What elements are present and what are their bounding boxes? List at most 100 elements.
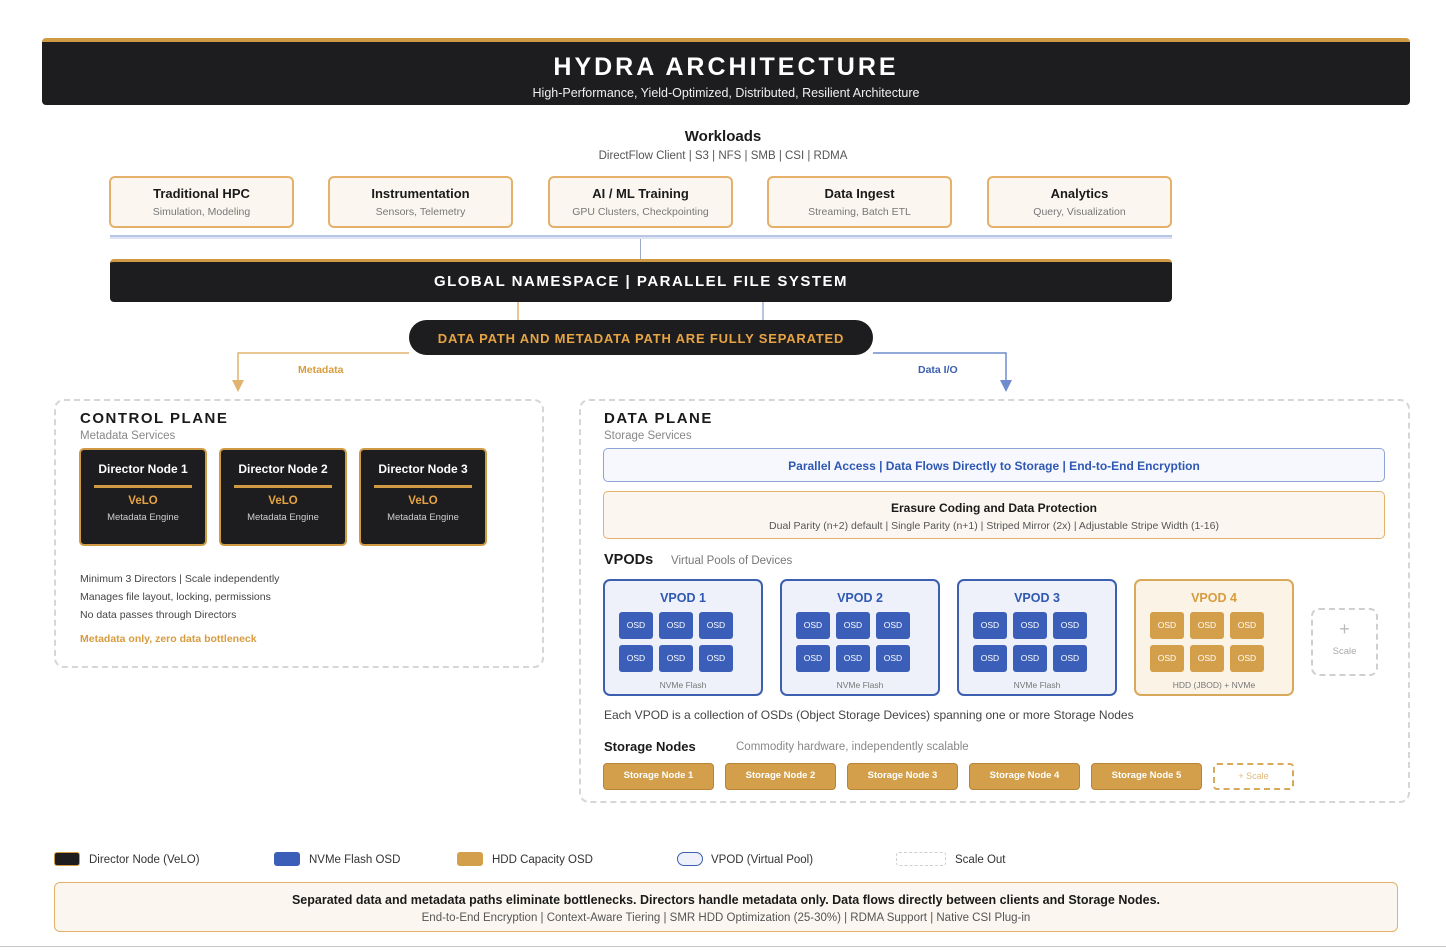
workload-card-instrumentation: Instrumentation Sensors, Telemetry	[328, 176, 513, 228]
director-name: Director Node 2	[238, 462, 328, 476]
workload-name: Analytics	[1050, 186, 1109, 201]
director-name: Director Node 3	[378, 462, 468, 476]
osd-flash: OSD	[699, 612, 733, 639]
vpods-heading: VPODs	[604, 552, 654, 568]
director-engine: VeLO	[128, 495, 158, 507]
vpod-1: VPOD 1 OSD OSD OSD OSD OSD OSD NVMe Flas…	[603, 579, 763, 696]
vpods-subheading: Virtual Pools of Devices	[671, 555, 793, 567]
director-engine: VeLO	[408, 495, 438, 507]
osd-flash: OSD	[876, 612, 910, 639]
workload-desc: Query, Visualization	[1033, 206, 1126, 218]
scale-label: Scale	[1332, 646, 1357, 657]
storage-nodes-subheading: Commodity hardware, independently scalab…	[736, 741, 969, 753]
osd-flash: OSD	[836, 612, 870, 639]
workloads-title: Workloads	[684, 128, 762, 145]
summary-footer: Separated data and metadata paths elimin…	[54, 882, 1398, 932]
footer-summary: Separated data and metadata paths elimin…	[291, 893, 1161, 907]
workload-name: Data Ingest	[824, 186, 895, 201]
data-plane-title: DATA PLANE	[604, 410, 713, 427]
storage-node-3: Storage Node 3	[847, 763, 958, 790]
vpod-media: HDD (JBOD) + NVMe	[1172, 680, 1256, 690]
osd-flash: OSD	[973, 612, 1007, 639]
director-engine: VeLO	[268, 495, 298, 507]
vpod-name: VPOD 4	[1191, 591, 1237, 605]
footer-features: End-to-End Encryption | Context-Aware Ti…	[421, 912, 1031, 924]
storage-node-2: Storage Node 2	[725, 763, 836, 790]
erasure-coding-box: Erasure Coding and Data Protection Dual …	[603, 491, 1385, 539]
legend-label-director: Director Node (VeLO)	[89, 854, 200, 866]
data-path-label: Data I/O	[918, 364, 958, 376]
director-node-1: Director Node 1 VeLO Metadata Engine	[79, 448, 207, 546]
erasure-coding-title: Erasure Coding and Data Protection	[890, 501, 1098, 515]
parallel-access-banner: Parallel Access | Data Flows Directly to…	[603, 448, 1385, 482]
plus-icon: +	[1339, 619, 1350, 639]
legend-swatch-vpod	[677, 852, 703, 866]
erasure-coding-details: Dual Parity (n+2) default | Single Parit…	[769, 520, 1219, 532]
director-node-3: Director Node 3 VeLO Metadata Engine	[359, 448, 487, 546]
page-subtitle: High-Performance, Yield-Optimized, Distr…	[532, 86, 920, 100]
workload-card-data-ingest: Data Ingest Streaming, Batch ETL	[767, 176, 952, 228]
page-title: HYDRA ARCHITECTURE	[553, 53, 899, 81]
workload-desc: Simulation, Modeling	[152, 206, 251, 218]
vpod-name: VPOD 1	[660, 591, 706, 605]
title-banner: HYDRA ARCHITECTURE High-Performance, Yie…	[42, 38, 1410, 105]
director-name: Director Node 1	[98, 462, 188, 476]
director-engine-desc: Metadata Engine	[247, 512, 319, 523]
legend-swatch-scale	[896, 852, 946, 866]
workloads-bus-line	[110, 235, 1172, 239]
legend-label-hdd: HDD Capacity OSD	[492, 854, 593, 866]
osd-hdd: OSD	[1230, 612, 1264, 639]
workloads-connector	[640, 239, 641, 259]
workload-desc: GPU Clusters, Checkpointing	[572, 206, 709, 218]
workload-desc: Streaming, Batch ETL	[808, 206, 911, 218]
workload-card-analytics: Analytics Query, Visualization	[987, 176, 1172, 228]
vpod-media: NVMe Flash	[836, 680, 884, 690]
vpod-name: VPOD 2	[837, 591, 883, 605]
director-divider	[374, 485, 472, 488]
legend-swatch-flash	[274, 852, 300, 866]
osd-flash: OSD	[1013, 612, 1047, 639]
bottom-divider	[0, 946, 1446, 947]
parallel-access-label: Parallel Access | Data Flows Directly to…	[788, 459, 1200, 473]
osd-flash: OSD	[1053, 612, 1087, 639]
separation-label: DATA PATH AND METADATA PATH ARE FULLY SE…	[437, 331, 845, 346]
vpod-3: VPOD 3 OSD OSD OSD OSD OSD OSD NVMe Flas…	[957, 579, 1117, 696]
control-plane-highlight: Metadata only, zero data bottleneck	[80, 633, 257, 645]
control-plane-note: Manages file layout, locking, permission…	[80, 591, 271, 603]
legend-label-scale: Scale Out	[955, 854, 1006, 866]
workloads-protocols: DirectFlow Client | S3 | NFS | SMB | CSI…	[598, 150, 848, 162]
osd-hdd: OSD	[1150, 612, 1184, 639]
workload-card-hpc: Traditional HPC Simulation, Modeling	[109, 176, 294, 228]
vpod-media: NVMe Flash	[659, 680, 707, 690]
storage-node-4: Storage Node 4	[969, 763, 1080, 790]
osd-flash: OSD	[836, 645, 870, 672]
osd-flash: OSD	[619, 612, 653, 639]
director-node-2: Director Node 2 VeLO Metadata Engine	[219, 448, 347, 546]
namespace-label: GLOBAL NAMESPACE | PARALLEL FILE SYSTEM	[433, 273, 849, 290]
global-namespace-bar: GLOBAL NAMESPACE | PARALLEL FILE SYSTEM	[110, 259, 1172, 302]
workload-name: AI / ML Training	[592, 186, 689, 201]
osd-flash: OSD	[1053, 645, 1087, 672]
separation-pill: DATA PATH AND METADATA PATH ARE FULLY SE…	[409, 320, 873, 355]
legend-label-flash: NVMe Flash OSD	[309, 854, 401, 866]
storage-node-5: Storage Node 5	[1091, 763, 1202, 790]
storage-node-scale-placeholder: + Scale	[1213, 763, 1294, 790]
osd-flash: OSD	[619, 645, 653, 672]
metadata-arrowhead	[232, 380, 244, 392]
legend-swatch-hdd	[457, 852, 483, 866]
vpod-scale-placeholder: + Scale	[1311, 608, 1378, 676]
vpod-description: Each VPOD is a collection of OSDs (Objec…	[604, 708, 1134, 722]
legend-swatch-director	[54, 852, 80, 866]
workload-card-ai-ml: AI / ML Training GPU Clusters, Checkpoin…	[548, 176, 733, 228]
storage-node-1: Storage Node 1	[603, 763, 714, 790]
workload-name: Instrumentation	[371, 186, 470, 201]
osd-flash: OSD	[659, 645, 693, 672]
osd-hdd: OSD	[1150, 645, 1184, 672]
vpod-4: VPOD 4 OSD OSD OSD OSD OSD OSD HDD (JBOD…	[1134, 579, 1294, 696]
workload-name: Traditional HPC	[153, 186, 250, 201]
osd-hdd: OSD	[1190, 645, 1224, 672]
director-divider	[94, 485, 192, 488]
director-divider	[234, 485, 332, 488]
storage-nodes-heading: Storage Nodes	[604, 739, 696, 754]
vpod-media: NVMe Flash	[1013, 680, 1061, 690]
